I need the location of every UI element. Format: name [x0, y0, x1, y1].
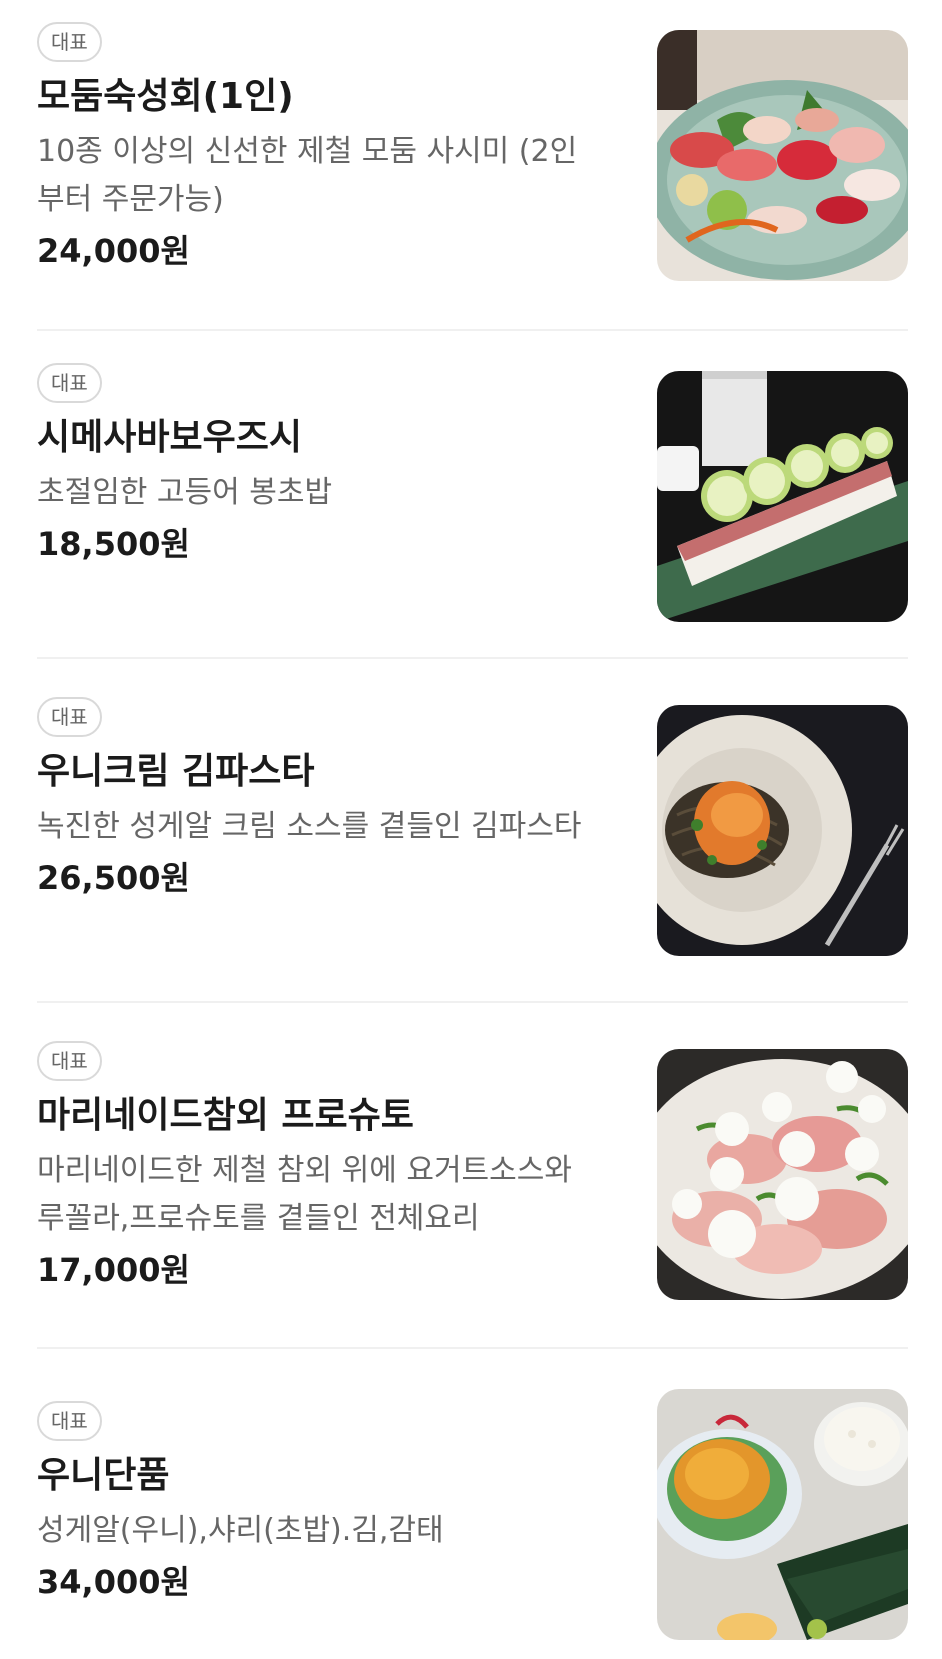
divider — [37, 329, 908, 331]
mackerel-bouzushi-image — [657, 371, 908, 622]
menu-item-description: 10종 이상의 신선한 제철 모둠 사시미 (2인부터 주문가능) — [37, 134, 578, 217]
signature-badge: 대표 — [37, 1401, 102, 1441]
menu-item-description: 초절임한 고등어 봉초밥 — [37, 475, 333, 510]
menu-item-text: 대표 모둠숙성회(1인) 10종 이상의 신선한 제철 모둠 사시미 (2인부터… — [37, 22, 617, 274]
menu-item-description: 녹진한 성게알 크림 소스를 곁들인 김파스타 — [37, 809, 582, 844]
sashimi-platter-photo[interactable] — [657, 30, 908, 281]
menu-item-name: 우니단품 — [37, 1455, 170, 1496]
menu-item-description: 마리네이드한 제철 참외 위에 요거트소스와 루꼴라,프로슈토를 곁들인 전체요… — [37, 1153, 572, 1236]
uni-rice-set-photo[interactable] — [657, 1389, 908, 1640]
melon-prosciutto-image — [657, 1049, 908, 1300]
signature-badge: 대표 — [37, 697, 102, 737]
menu-item-price: 17,000원 — [37, 1251, 190, 1289]
mackerel-bouzushi-photo[interactable] — [657, 371, 908, 622]
uni-cream-pasta-image — [657, 705, 908, 956]
signature-badge: 대표 — [37, 22, 102, 62]
menu-item-price: 34,000원 — [37, 1563, 190, 1601]
uni-cream-pasta-photo[interactable] — [657, 705, 908, 956]
menu-item-name: 우니크림 김파스타 — [37, 751, 315, 792]
menu-item-price: 18,500원 — [37, 525, 190, 563]
menu-list: 대표 모둠숙성회(1인) 10종 이상의 신선한 제철 모둠 사시미 (2인부터… — [0, 0, 942, 1659]
menu-item-text: 대표 시메사바보우즈시 초절임한 고등어 봉초밥 18,500원 — [37, 363, 617, 567]
menu-item-name: 시메사바보우즈시 — [37, 417, 302, 458]
divider — [37, 657, 908, 659]
menu-item-text: 대표 마리네이드참외 프로슈토 마리네이드한 제철 참외 위에 요거트소스와 루… — [37, 1041, 617, 1293]
divider — [37, 1001, 908, 1003]
menu-item-text: 대표 우니크림 김파스타 녹진한 성게알 크림 소스를 곁들인 김파스타 26,… — [37, 697, 617, 901]
menu-item-price: 26,500원 — [37, 859, 190, 897]
menu-item-name: 모둠숙성회(1인) — [37, 76, 294, 117]
uni-rice-set-image — [657, 1389, 908, 1640]
menu-item-price: 24,000원 — [37, 232, 190, 270]
signature-badge: 대표 — [37, 363, 102, 403]
menu-item-text: 대표 우니단품 성게알(우니),샤리(초밥).김,감태 34,000원 — [37, 1401, 617, 1605]
divider — [37, 1347, 908, 1349]
melon-prosciutto-photo[interactable] — [657, 1049, 908, 1300]
menu-item-description: 성게알(우니),샤리(초밥).김,감태 — [37, 1513, 444, 1548]
menu-item-name: 마리네이드참외 프로슈토 — [37, 1095, 414, 1136]
sashimi-platter-image — [657, 30, 908, 281]
signature-badge: 대표 — [37, 1041, 102, 1081]
